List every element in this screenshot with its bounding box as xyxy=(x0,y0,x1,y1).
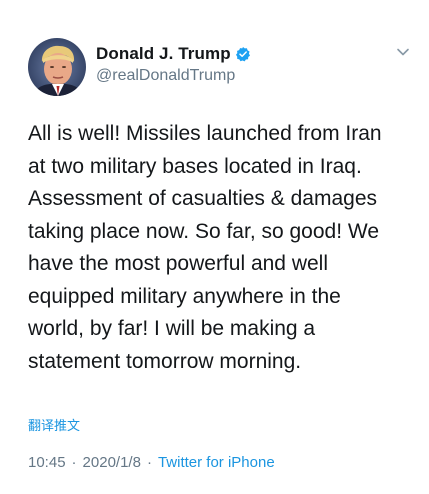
tweet-card: Donald J. Trump @realDonaldTrump All is … xyxy=(0,0,429,494)
meta-separator: · xyxy=(71,454,77,471)
translate-tweet-link[interactable]: 翻译推文 xyxy=(28,415,80,434)
chevron-down-icon[interactable] xyxy=(395,44,411,60)
name-row: Donald J. Trump xyxy=(96,42,251,66)
avatar[interactable] xyxy=(28,38,86,96)
tweet-text: All is well! Missiles launched from Iran… xyxy=(28,122,382,373)
tweet-date[interactable]: 2020/1/8 xyxy=(83,454,141,471)
tweet-time[interactable]: 10:45 xyxy=(28,454,66,471)
display-name[interactable]: Donald J. Trump xyxy=(96,44,231,64)
user-handle[interactable]: @realDonaldTrump xyxy=(96,67,251,85)
verified-badge-icon xyxy=(235,46,251,62)
tweet-meta: 10:45 · 2020/1/8 · Twitter for iPhone xyxy=(28,454,275,471)
author-block[interactable]: Donald J. Trump @realDonaldTrump xyxy=(96,42,251,85)
profile-photo xyxy=(28,38,86,96)
tweet-source-link[interactable]: Twitter for iPhone xyxy=(158,454,275,471)
meta-separator: · xyxy=(146,454,152,471)
